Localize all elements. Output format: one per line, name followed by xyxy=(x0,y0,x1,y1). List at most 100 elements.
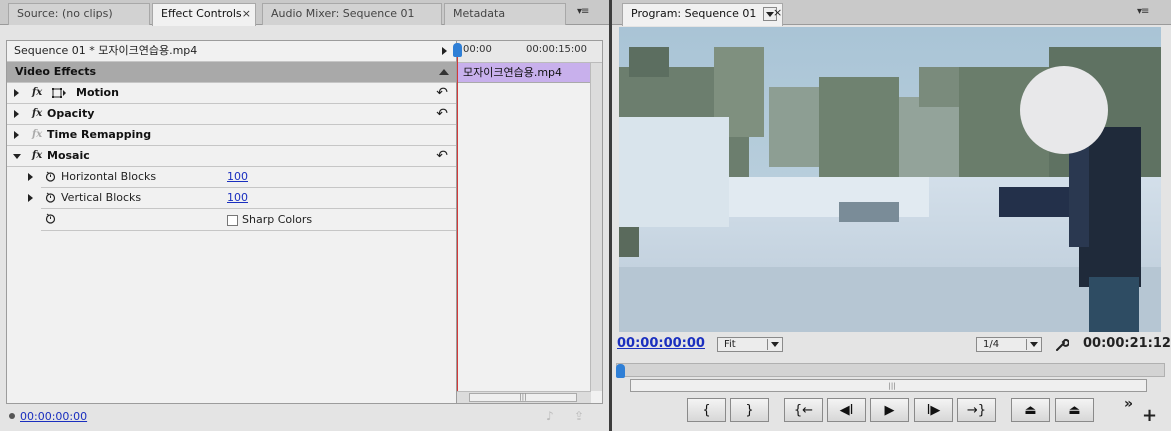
current-timecode[interactable]: 00:00:00:00 xyxy=(617,336,705,351)
expand-arrow-icon[interactable] xyxy=(14,89,19,97)
tab-program[interactable]: Program: Sequence 01 xyxy=(622,3,783,26)
effect-label: Time Remapping xyxy=(47,128,152,141)
property-row-horizontal-blocks: Horizontal Blocks 100 xyxy=(28,167,456,188)
expand-arrow-icon[interactable] xyxy=(28,194,33,202)
resolution-select[interactable]: 1/4 xyxy=(976,337,1042,352)
tab-program-label: Program: Sequence 01 xyxy=(631,7,757,20)
export-icon: ⇪ xyxy=(574,409,585,423)
property-row-sharp-colors: Sharp Colors xyxy=(41,209,456,231)
fx-icon[interactable]: fx xyxy=(32,146,42,166)
mark-out-button[interactable]: } xyxy=(730,398,769,422)
tab-metadata[interactable]: Metadata xyxy=(444,3,566,25)
audio-icon: ♪ xyxy=(546,409,554,423)
horizontal-scrollbar[interactable]: ||| xyxy=(457,391,591,403)
expand-arrow-icon[interactable] xyxy=(28,173,33,181)
video-frame-image xyxy=(619,27,1161,332)
resolution-select-value: 1/4 xyxy=(983,339,1000,350)
playhead-handle[interactable] xyxy=(616,364,625,378)
go-to-in-button[interactable]: {← xyxy=(784,398,823,422)
tab-effect-controls[interactable]: Effect Controls × xyxy=(152,3,256,26)
property-row-vertical-blocks: Vertical Blocks 100 xyxy=(28,188,456,209)
video-effects-label: Video Effects xyxy=(15,65,97,78)
chevron-down-icon xyxy=(1030,342,1038,347)
play-button[interactable]: ▶ xyxy=(870,398,909,422)
step-forward-button[interactable]: I▶ xyxy=(914,398,953,422)
expand-arrow-icon[interactable] xyxy=(14,110,19,118)
stopwatch-icon[interactable] xyxy=(45,192,56,203)
panel-menu-icon[interactable]: ▾≡ xyxy=(1137,6,1149,17)
footer-timecode[interactable]: 00:00:00:00 xyxy=(20,410,87,423)
stopwatch-icon[interactable] xyxy=(45,171,56,182)
sharp-colors-checkbox[interactable] xyxy=(227,215,238,226)
property-label: Sharp Colors xyxy=(242,213,313,226)
breadcrumb-arrow-icon[interactable] xyxy=(442,47,447,55)
go-to-out-icon: →} xyxy=(966,402,987,418)
tab-source[interactable]: Source: (no clips) xyxy=(8,3,150,25)
video-effects-header[interactable]: Video Effects xyxy=(7,62,456,83)
clip-bar[interactable]: 모자이크연습용.mp4 xyxy=(458,63,591,83)
effect-label: Mosaic xyxy=(47,149,90,162)
effect-controls-footer: 00:00:00:00 ♪ ⇪ xyxy=(6,406,603,428)
effect-label: Opacity xyxy=(47,107,95,120)
panel-menu-icon[interactable]: ▾≡ xyxy=(577,6,589,17)
tab-effect-controls-label: Effect Controls xyxy=(161,7,242,20)
time-ruler[interactable]: 00:00 00:00:15:00 xyxy=(457,41,602,63)
property-value[interactable]: 100 xyxy=(227,167,248,187)
effect-row-motion[interactable]: fx Motion ↶ xyxy=(7,83,456,104)
duration-timecode: 00:00:21:12 xyxy=(1083,336,1171,351)
tab-audio-mixer[interactable]: Audio Mixer: Sequence 01 xyxy=(262,3,442,25)
transform-icon[interactable] xyxy=(51,87,66,99)
program-video-frame[interactable] xyxy=(619,27,1161,332)
reset-icon[interactable]: ↶ xyxy=(436,104,448,124)
property-value[interactable]: 100 xyxy=(227,188,248,208)
extract-icon: ⏏ xyxy=(1068,402,1081,418)
chevron-down-icon xyxy=(771,342,779,347)
mark-in-button[interactable]: { xyxy=(687,398,726,422)
step-back-button[interactable]: ◀I xyxy=(827,398,866,422)
go-to-out-button[interactable]: →} xyxy=(957,398,996,422)
clip-bar-label: 모자이크연습용.mp4 xyxy=(463,66,563,79)
close-icon[interactable]: × xyxy=(242,4,251,24)
scroll-thumb[interactable]: ||| xyxy=(469,393,577,402)
time-ruler-track[interactable] xyxy=(616,363,1165,377)
zoom-select-value: Fit xyxy=(724,339,736,350)
effect-label: Motion xyxy=(76,86,119,99)
program-monitor-panel: Program: Sequence 01 × ▾≡ 00:00:00:00 Fi… xyxy=(612,0,1171,431)
close-icon[interactable]: × xyxy=(773,6,782,19)
left-tab-bar: Source: (no clips) Effect Controls × Aud… xyxy=(0,0,609,26)
ruler-end-label: 00:00:15:00 xyxy=(526,44,588,55)
expand-arrow-icon[interactable] xyxy=(14,131,19,139)
playhead-handle[interactable] xyxy=(453,43,462,57)
effect-row-time-remapping[interactable]: fx Time Remapping xyxy=(7,125,456,146)
step-back-icon: ◀I xyxy=(839,402,854,418)
effect-row-mosaic[interactable]: fx Mosaic ↶ xyxy=(7,146,456,167)
zoom-scrollbar[interactable]: ||| xyxy=(630,379,1147,392)
wrench-icon[interactable] xyxy=(1054,337,1069,352)
right-tab-bar: Program: Sequence 01 × ▾≡ xyxy=(612,0,1171,26)
tab-audio-mixer-label: Audio Mixer: Sequence 01 xyxy=(271,7,415,20)
mark-in-icon: { xyxy=(702,402,711,418)
collapse-arrow-icon[interactable] xyxy=(13,154,21,159)
effects-list: Sequence 01 * 모자이크연습용.mp4 Video Effects … xyxy=(7,41,456,403)
collapse-icon[interactable] xyxy=(439,69,449,75)
more-controls-icon[interactable]: » xyxy=(1124,396,1133,412)
vertical-scrollbar[interactable] xyxy=(590,63,602,391)
effect-controls-area: Sequence 01 * 모자이크연습용.mp4 Video Effects … xyxy=(6,40,603,404)
stopwatch-icon[interactable] xyxy=(45,213,56,224)
fx-icon[interactable]: fx xyxy=(32,83,42,103)
add-button-icon[interactable]: + xyxy=(1142,405,1157,426)
effect-row-opacity[interactable]: fx Opacity ↶ xyxy=(7,104,456,125)
mark-out-icon: } xyxy=(745,402,754,418)
tab-source-label: Source: (no clips) xyxy=(17,7,113,20)
play-icon: ▶ xyxy=(884,402,895,418)
fx-icon[interactable]: fx xyxy=(32,104,42,124)
property-label: Horizontal Blocks xyxy=(61,170,157,183)
lift-button[interactable]: ⏏ xyxy=(1011,398,1050,422)
fx-icon: fx xyxy=(32,129,43,140)
scrub-area: ||| xyxy=(616,360,1165,393)
extract-button[interactable]: ⏏ xyxy=(1055,398,1094,422)
lift-icon: ⏏ xyxy=(1024,402,1037,418)
reset-icon[interactable]: ↶ xyxy=(436,146,448,166)
reset-icon[interactable]: ↶ xyxy=(436,83,448,103)
zoom-select[interactable]: Fit xyxy=(717,337,783,352)
